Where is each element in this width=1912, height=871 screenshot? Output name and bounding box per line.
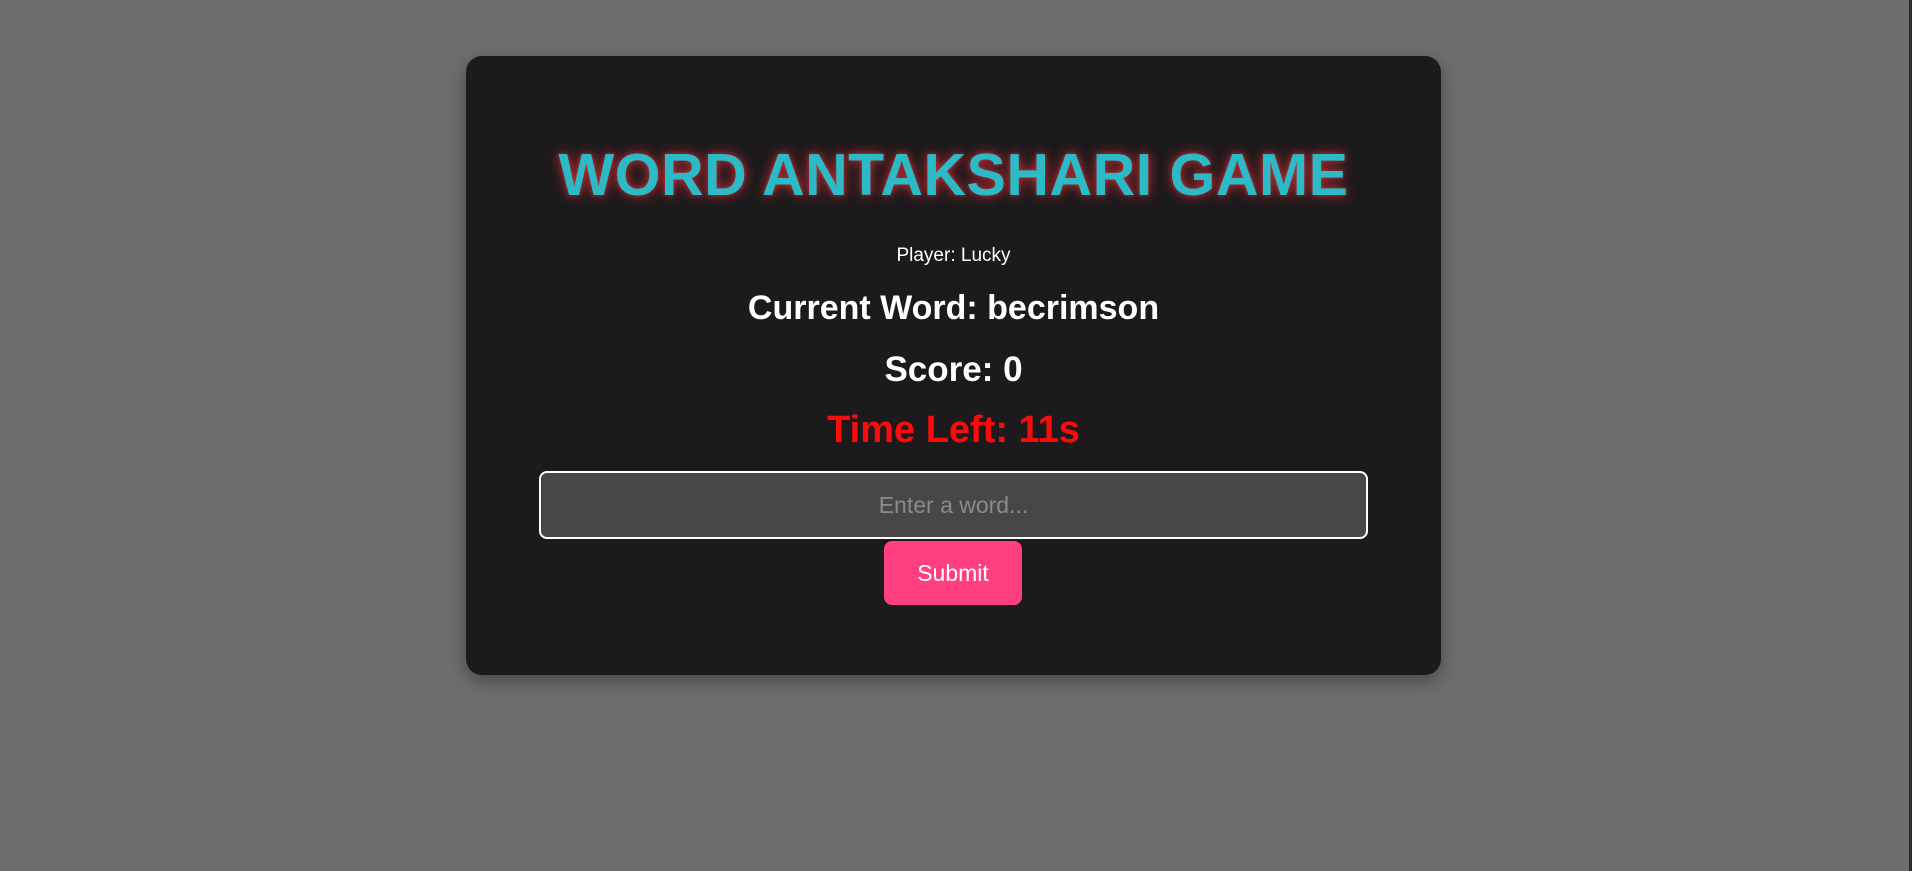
game-title: WORD ANTAKSHARI GAME <box>558 142 1349 208</box>
current-word: Current Word: becrimson <box>747 289 1160 327</box>
player-name: Player: Lucky <box>896 245 1011 266</box>
score-display: Score: 0 <box>884 350 1023 389</box>
game-card: WORD ANTAKSHARI GAME Player: Lucky Curre… <box>466 56 1441 675</box>
submit-button[interactable]: Submit <box>884 541 1022 605</box>
word-input[interactable] <box>539 471 1368 539</box>
page: WORD ANTAKSHARI GAME Player: Lucky Curre… <box>0 0 1912 871</box>
time-left-display: Time Left: 11s <box>827 409 1080 451</box>
